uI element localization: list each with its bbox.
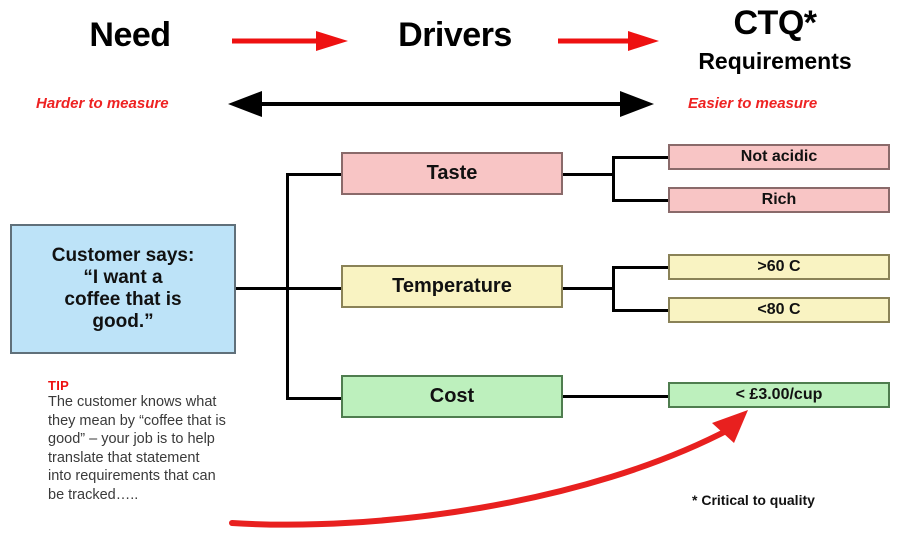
connector-cost-to-price-ctq (561, 395, 671, 398)
tip-heading: TIP (48, 378, 70, 393)
connector-temperature-to-under-80 (612, 309, 670, 312)
need-line-2: “I want a (83, 267, 163, 289)
column-header-drivers: Drivers (398, 16, 512, 54)
ctq-tree-diagram: Need Drivers CTQ* Requirements Harder to… (0, 0, 900, 538)
connector-trunk-to-taste (286, 173, 343, 176)
ctq-box-over-60c[interactable]: >60 C (668, 254, 890, 280)
right-arrow-icon-need-to-drivers (230, 28, 350, 54)
column-header-ctq: CTQ* (733, 4, 818, 42)
harder-to-measure-label: Harder to measure (36, 95, 169, 112)
need-line-4: good.” (92, 310, 154, 332)
driver-box-taste[interactable]: Taste (341, 152, 563, 195)
curved-red-arrow-icon (225, 405, 765, 535)
need-line-1: Customer says: (51, 245, 195, 267)
connector-trunk-to-cost (286, 397, 343, 400)
need-box-customer-says[interactable]: Customer says: “I want a coffee that is … (10, 224, 236, 354)
driver-box-temperature[interactable]: Temperature (341, 265, 563, 308)
footnote-critical-to-quality: * Critical to quality (692, 492, 815, 508)
double-headed-arrow-icon (228, 90, 654, 118)
ctq-box-rich[interactable]: Rich (668, 187, 890, 213)
connector-taste-stub (561, 173, 615, 176)
connector-temperature-to-over-60 (612, 266, 670, 269)
column-header-ctq-sub: Requirements (698, 48, 852, 74)
connector-taste-to-rich (612, 199, 670, 202)
easier-to-measure-label: Easier to measure (688, 95, 818, 112)
connector-trunk-to-temperature (286, 287, 343, 290)
need-line-3: coffee that is (64, 289, 182, 310)
connector-taste-to-not-acidic (612, 156, 670, 159)
connector-temperature-split-vertical (612, 267, 615, 312)
right-arrow-icon-drivers-to-ctq (556, 28, 661, 54)
ctq-box-not-acidic[interactable]: Not acidic (668, 144, 890, 170)
column-header-need: Need (89, 16, 171, 54)
connector-taste-split-vertical (612, 157, 615, 202)
connector-need-to-trunk (235, 287, 289, 290)
ctq-box-under-80c[interactable]: <80 C (668, 297, 890, 323)
connector-temperature-stub (561, 287, 615, 290)
